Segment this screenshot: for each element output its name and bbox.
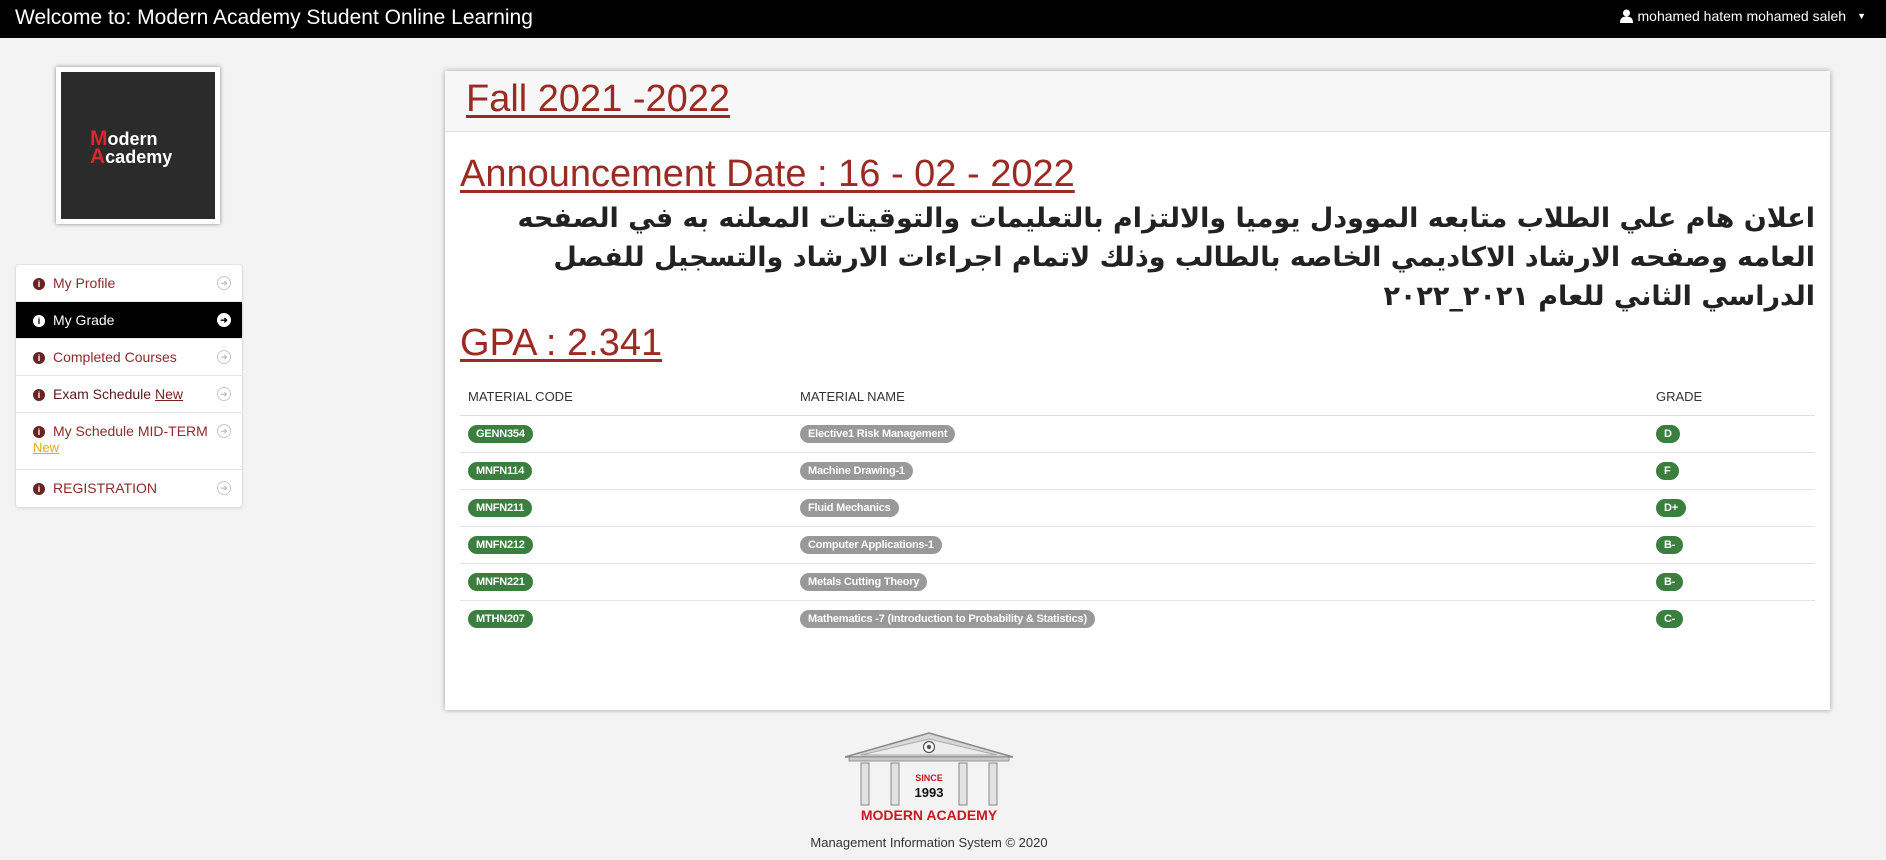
material-name-badge: Machine Drawing-1 [800, 461, 913, 480]
material-code-badge: MNFN211 [468, 498, 533, 517]
footer-copyright: Management Information System © 2020 [810, 835, 1048, 850]
grade-badge: D [1656, 424, 1680, 443]
column-header-grade: GRADE [1648, 378, 1815, 416]
info-icon: i [33, 389, 45, 401]
sidebar-item-label: My Schedule MID-TERM [53, 423, 208, 439]
material-code-badge: MNFN221 [468, 572, 533, 591]
sidebar-item-label: My Grade [53, 312, 115, 328]
material-name-badge: Mathematics -7 (Introduction to Probabil… [800, 609, 1095, 628]
material-code-badge: MTHN207 [468, 609, 533, 628]
sidebar-item-label: My Profile [53, 275, 116, 291]
site-title[interactable]: Welcome to: Modern Academy Student Onlin… [15, 6, 533, 30]
table-header-row: MATERIAL CODE MATERIAL NAME GRADE [460, 378, 1815, 416]
sidebar-item-label: Completed Courses [53, 349, 177, 365]
modern-academy-footer-logo: SINCE 1993 MODERN ACADEMY [844, 732, 1014, 823]
grade-badge: C- [1656, 609, 1684, 628]
arrow-circle-right-icon: ➜ [217, 481, 231, 495]
table-row: MNFN221 Metals Cutting Theory B- [460, 563, 1815, 601]
sidebar-nav: i My Profile ➜ i My Grade ➜ i Completed Cou… [15, 264, 243, 508]
new-badge: New [33, 440, 60, 455]
academy-logo: Modern Academy [56, 67, 220, 224]
user-menu[interactable]: mohamed hatem mohamed saleh ▼ [1619, 8, 1866, 24]
grades-table: MATERIAL CODE MATERIAL NAME GRADE GENN35… [460, 378, 1815, 637]
sidebar-item-label: Exam Schedule [53, 386, 152, 402]
info-icon: i [33, 352, 45, 364]
arrow-circle-right-icon: ➜ [217, 424, 231, 438]
semester-title: Fall 2021 -2022 [466, 78, 731, 120]
sidebar-item-label: REGISTRATION [53, 480, 157, 496]
material-name-badge: Metals Cutting Theory [800, 572, 928, 591]
svg-text:SINCE: SINCE [915, 773, 943, 783]
column-header-code: MATERIAL CODE [460, 378, 792, 416]
info-icon: i [33, 315, 45, 327]
table-row: MTHN207 Mathematics -7 (Introduction to … [460, 600, 1815, 637]
material-code-badge: GENN354 [468, 424, 533, 443]
grade-badge: F [1656, 461, 1679, 480]
arrow-circle-right-icon: ➜ [217, 350, 231, 364]
column-header-name: MATERIAL NAME [792, 378, 1648, 416]
material-code-badge: MNFN114 [468, 461, 533, 480]
top-navbar: Welcome to: Modern Academy Student Onlin… [0, 0, 1886, 38]
svg-text:1993: 1993 [915, 785, 944, 800]
material-name-badge: Computer Applications-1 [800, 535, 942, 554]
sidebar-item-completed-courses[interactable]: i Completed Courses ➜ [16, 339, 242, 376]
grade-badge: B- [1656, 535, 1684, 554]
panel-header: Fall 2021 -2022 [445, 71, 1830, 132]
arrow-circle-right-icon: ➜ [217, 276, 231, 290]
material-name-badge: Fluid Mechanics [800, 498, 899, 517]
grade-badge: D+ [1656, 498, 1686, 517]
sidebar-item-my-profile[interactable]: i My Profile ➜ [16, 265, 242, 302]
sidebar-item-my-grade[interactable]: i My Grade ➜ [16, 302, 242, 339]
arrow-circle-right-icon: ➜ [217, 313, 231, 327]
caret-down-icon: ▼ [1857, 11, 1866, 21]
user-name: mohamed hatem mohamed saleh [1637, 8, 1847, 24]
table-row: MNFN211 Fluid Mechanics D+ [460, 489, 1815, 527]
info-icon: i [33, 278, 45, 290]
announcement-date: Announcement Date : 16 - 02 - 2022 [460, 153, 1075, 195]
gpa-value: GPA : 2.341 [460, 322, 663, 364]
user-icon [1619, 9, 1633, 23]
table-row: MNFN212 Computer Applications-1 B- [460, 526, 1815, 564]
grade-badge: B- [1656, 572, 1684, 591]
info-icon: i [33, 483, 45, 495]
table-row: GENN354 Elective1 Risk Management D [460, 415, 1815, 453]
arrow-circle-right-icon: ➜ [217, 387, 231, 401]
material-name-badge: Elective1 Risk Management [800, 424, 956, 443]
new-badge: New [154, 386, 183, 402]
sidebar-item-my-schedule-midterm[interactable]: i My Schedule MID-TERM New ➜ [16, 413, 242, 470]
announcement-text: اعلان هام علي الطلاب متابعه الموودل يومي… [517, 203, 1815, 312]
sidebar-item-exam-schedule[interactable]: i Exam Schedule New ➜ [16, 376, 242, 413]
info-icon: i [33, 426, 45, 438]
table-row: MNFN114 Machine Drawing-1 F [460, 452, 1815, 490]
sidebar-item-registration[interactable]: i REGISTRATION ➜ [16, 470, 242, 507]
svg-text:MODERN ACADEMY: MODERN ACADEMY [861, 807, 998, 823]
material-code-badge: MNFN212 [468, 535, 533, 554]
grades-panel: Fall 2021 -2022 Announcement Date : 16 -… [445, 71, 1830, 710]
